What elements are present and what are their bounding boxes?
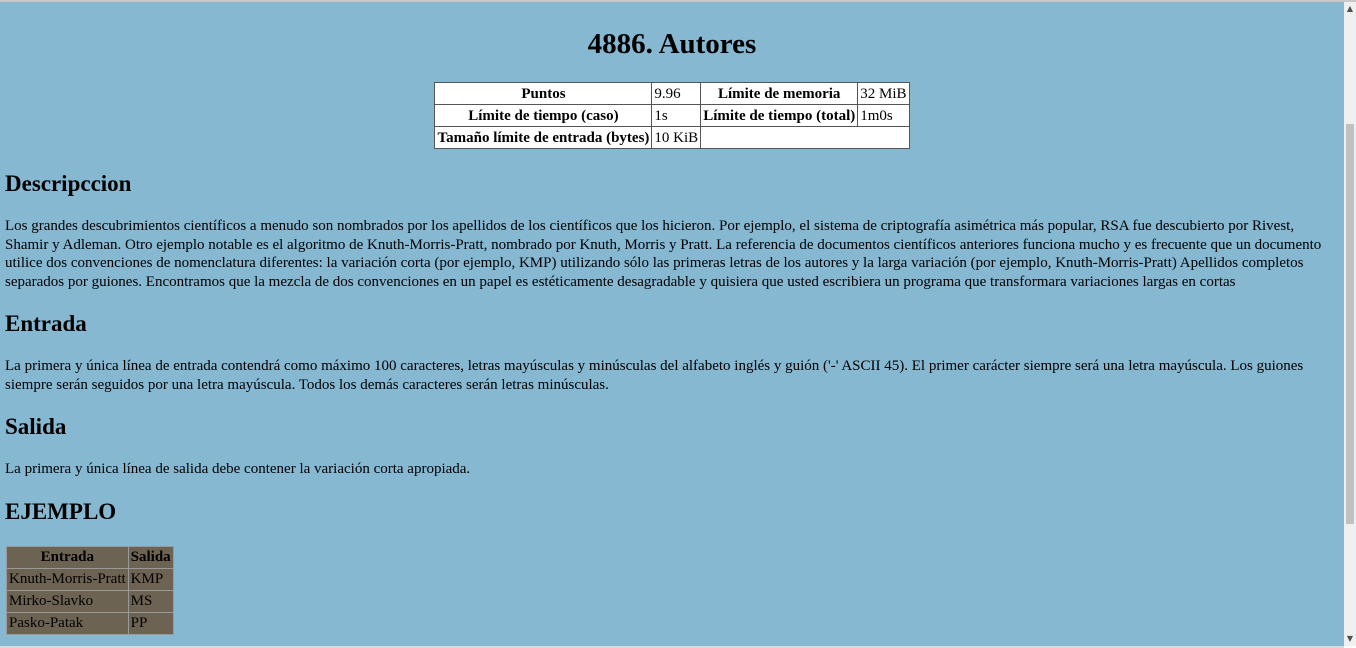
table-row: Knuth-Morris-Pratt KMP: [6, 567, 174, 591]
ejemplo-heading: EJEMPLO: [5, 498, 117, 524]
table-header-row: Entrada Salida: [6, 545, 174, 569]
vertical-scrollbar[interactable]: ▲ ▼: [1344, 2, 1356, 646]
puntos-value: 9.96: [651, 82, 702, 105]
empty-cell: [700, 126, 910, 149]
example-output-cell: PP: [127, 611, 174, 635]
memoria-value: 32 MiB: [857, 82, 910, 105]
example-output-cell: MS: [127, 589, 174, 613]
example-output-cell: KMP: [127, 567, 174, 591]
table-row: Mirko-Slavko MS: [6, 589, 174, 613]
salida-text: La primera y única línea de salida debe …: [5, 461, 471, 477]
limits-table: Puntos 9.96 Límite de memoria 32 MiB Lím…: [434, 82, 910, 149]
memoria-label: Límite de memoria: [700, 82, 859, 105]
example-header-salida: Salida: [127, 545, 174, 569]
scrollbar-thumb[interactable]: [1346, 124, 1354, 524]
scroll-down-arrow-icon[interactable]: ▼: [1344, 632, 1356, 646]
puntos-label: Puntos: [434, 82, 653, 105]
entrada-limit-value: 10 KiB: [651, 126, 702, 149]
example-input-cell: Mirko-Slavko: [6, 589, 129, 613]
entrada-text: La primera y única línea de entrada cont…: [5, 358, 1304, 393]
table-row: Pasko-Patak PP: [6, 611, 174, 635]
tiempo-total-label: Límite de tiempo (total): [700, 104, 859, 127]
salida-heading: Salida: [5, 414, 67, 439]
example-input-cell: Knuth-Morris-Pratt: [6, 567, 129, 591]
table-row: Tamaño límite de entrada (bytes) 10 KiB: [434, 126, 910, 149]
descripcion-heading: Descripccion: [5, 171, 132, 196]
table-row: Límite de tiempo (caso) 1s Límite de tie…: [434, 104, 910, 127]
example-input-cell: Pasko-Patak: [6, 611, 129, 635]
example-header-entrada: Entrada: [6, 545, 129, 569]
page-title: 4886. Autores: [587, 28, 757, 60]
table-row: Puntos 9.96 Límite de memoria 32 MiB: [434, 82, 910, 105]
tiempo-caso-label: Límite de tiempo (caso): [434, 104, 653, 127]
tiempo-total-value: 1m0s: [857, 104, 910, 127]
page-viewport: 4886. Autores Puntos 9.96 Límite de memo…: [0, 2, 1344, 646]
entrada-limit-label: Tamaño límite de entrada (bytes): [434, 126, 653, 149]
problem-content: 4886. Autores Puntos 9.96 Límite de memo…: [0, 28, 1344, 635]
example-table: Entrada Salida Knuth-Morris-Pratt KMP Mi…: [6, 545, 174, 635]
entrada-heading: Entrada: [5, 311, 87, 336]
tiempo-caso-value: 1s: [651, 104, 702, 127]
scroll-up-arrow-icon[interactable]: ▲: [1344, 2, 1356, 16]
descripcion-text: Los grandes descubrimientos científicos …: [5, 218, 1322, 290]
